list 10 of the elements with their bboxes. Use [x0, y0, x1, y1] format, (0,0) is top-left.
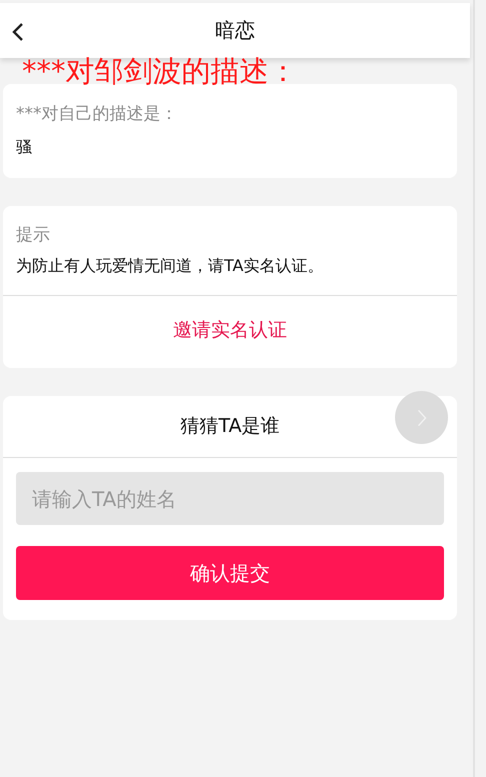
submit-button[interactable]: 确认提交	[16, 546, 444, 600]
invite-verification-link[interactable]: 邀请实名认证	[173, 317, 288, 344]
notice-label: 提示	[15, 224, 51, 247]
description-text: 骚	[16, 136, 33, 158]
page-title: 暗恋	[215, 17, 256, 44]
overlay-caption: ***对邹剑波的描述：	[22, 56, 298, 86]
description-label: ***对自己的描述是：	[16, 103, 178, 126]
name-input-field[interactable]: 请输入TA的姓名	[16, 472, 444, 525]
back-icon[interactable]	[12, 22, 24, 42]
notice-message: 为防止有人玩爱情无间道，请TA实名认证。	[3, 254, 458, 296]
